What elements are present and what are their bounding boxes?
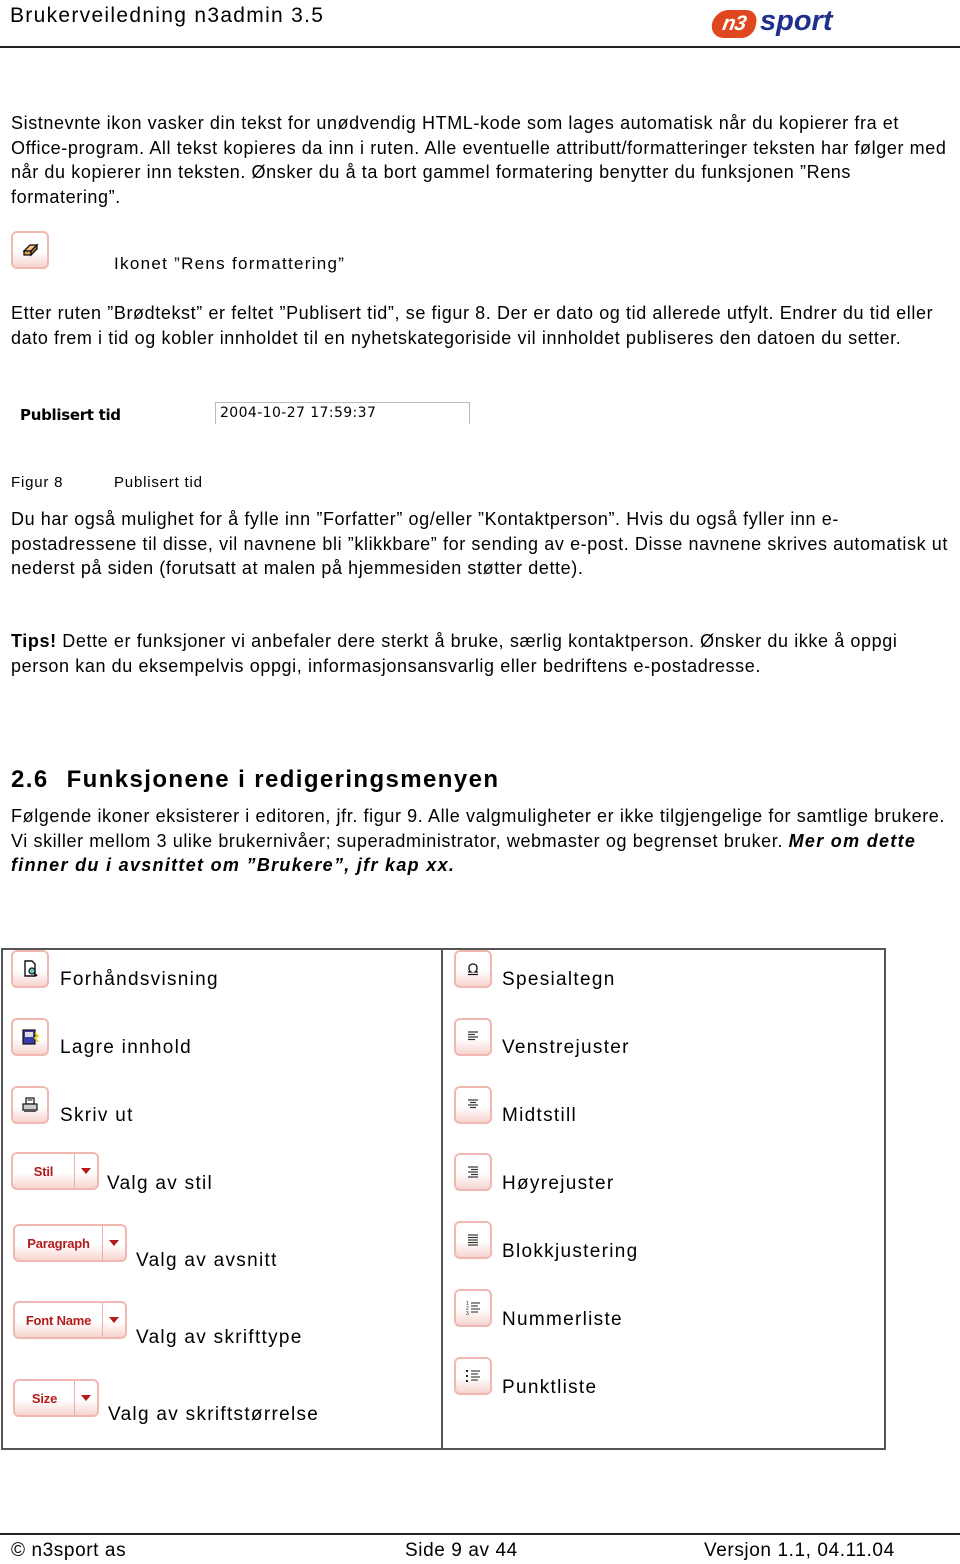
paragraph-author-contact: Du har også mulighet for å fylle inn ”Fo… <box>11 509 949 578</box>
align-justify-button[interactable] <box>454 1221 492 1259</box>
align-left-label: Venstrejuster <box>502 1037 630 1058</box>
footer-page-number: Side 9 av 44 <box>405 1540 518 1561</box>
section-heading: 2.6 Funksjonene i redigeringsmenyen <box>11 766 499 794</box>
tips-paragraph: Tips! Dette er funksjoner vi anbefaler d… <box>11 629 951 678</box>
section-number: 2.6 <box>11 766 49 793</box>
preview-icon <box>24 960 38 977</box>
chevron-down-icon <box>103 1240 125 1246</box>
eraser-icon <box>22 243 39 257</box>
n3sport-logo: n3 sport <box>709 5 852 42</box>
size-dropdown-value: Size <box>31 1390 58 1406</box>
chevron-down-icon <box>103 1317 125 1323</box>
header-divider <box>0 46 960 48</box>
numbered-list-icon: 1 2 3 <box>466 1301 480 1317</box>
align-right-label: Høyrejuster <box>502 1173 615 1194</box>
section-body: Følgende ikoner eksisterer i editoren, j… <box>11 804 951 878</box>
style-label: Valg av stil <box>107 1173 214 1194</box>
clean-formatting-caption: Ikonet ”Rens formattering” <box>114 254 346 273</box>
paragraph-dropdown-value: Paragraph <box>27 1235 90 1251</box>
align-justify-icon <box>468 1234 478 1246</box>
save-icon <box>22 1029 40 1045</box>
tips-text: Dette er funksjoner vi anbefaler dere st… <box>11 631 898 676</box>
print-button[interactable] <box>11 1086 49 1124</box>
align-center-icon <box>468 1099 478 1109</box>
footer-version: Versjon 1.1, 04.11.04 <box>704 1540 895 1561</box>
size-dropdown[interactable]: Size <box>13 1379 99 1417</box>
align-left-button[interactable] <box>454 1018 492 1056</box>
bullet-list-icon <box>466 1370 480 1382</box>
omega-icon <box>468 963 478 976</box>
print-label: Skriv ut <box>60 1105 134 1126</box>
style-dropdown[interactable]: Stil <box>11 1152 99 1190</box>
align-right-button[interactable] <box>454 1153 492 1191</box>
align-left-icon <box>468 1031 478 1041</box>
align-right-icon <box>468 1166 478 1178</box>
paragraph-published-time: Etter ruten ”Brødtekst” er feltet ”Publi… <box>11 303 934 348</box>
save-label: Lagre innhold <box>60 1037 193 1058</box>
align-justify-label: Blokkjustering <box>502 1241 639 1262</box>
style-dropdown-value: Stil <box>33 1163 54 1179</box>
special-chars-label: Spesialtegn <box>502 969 616 990</box>
font-name-dropdown[interactable]: Font Name <box>13 1301 127 1339</box>
section-title: Funksjonene i redigeringsmenyen <box>66 766 500 793</box>
preview-label: Forhåndsvisning <box>60 969 219 990</box>
table-column-divider <box>441 948 443 1450</box>
font-name-label: Valg av skrifttype <box>136 1327 303 1348</box>
bullet-list-label: Punktliste <box>502 1377 598 1398</box>
tips-label: Tips! <box>11 631 57 651</box>
font-name-dropdown-value: Font Name <box>25 1312 92 1328</box>
svg-text:3: 3 <box>466 1311 469 1317</box>
published-time-input[interactable]: 2004-10-27 17:59:37 <box>215 402 470 424</box>
numbered-list-button[interactable]: 1 2 3 <box>454 1289 492 1327</box>
bullet-list-button[interactable] <box>454 1357 492 1395</box>
logo-text: sport <box>760 5 833 37</box>
figure-caption: Publisert tid <box>114 474 203 491</box>
preview-button[interactable] <box>11 950 49 988</box>
paragraph-label: Valg av avsnitt <box>136 1250 278 1271</box>
size-label: Valg av skriftstørrelse <box>108 1404 320 1425</box>
numbered-list-label: Nummerliste <box>502 1309 623 1330</box>
logo-badge: n3 <box>709 10 759 38</box>
footer-divider <box>0 1533 960 1535</box>
published-time-label: Publisert tid <box>20 406 121 424</box>
document-title: Brukerveiledning n3admin 3.5 <box>10 4 325 27</box>
align-center-label: Midtstill <box>502 1105 578 1126</box>
figure-number: Figur 8 <box>11 474 64 491</box>
paragraph-dropdown[interactable]: Paragraph <box>13 1224 127 1262</box>
chevron-down-icon <box>75 1395 97 1401</box>
paragraph-clean-html: Sistnevnte ikon vasker din tekst for unø… <box>11 113 947 207</box>
chevron-down-icon <box>75 1168 97 1174</box>
align-center-button[interactable] <box>454 1086 492 1124</box>
editor-icons-table <box>1 948 886 1450</box>
save-button[interactable] <box>11 1018 49 1056</box>
print-icon <box>22 1097 38 1112</box>
clean-formatting-button[interactable] <box>11 231 49 269</box>
footer-copyright: © n3sport as <box>11 1540 127 1561</box>
special-chars-button[interactable] <box>454 950 492 988</box>
